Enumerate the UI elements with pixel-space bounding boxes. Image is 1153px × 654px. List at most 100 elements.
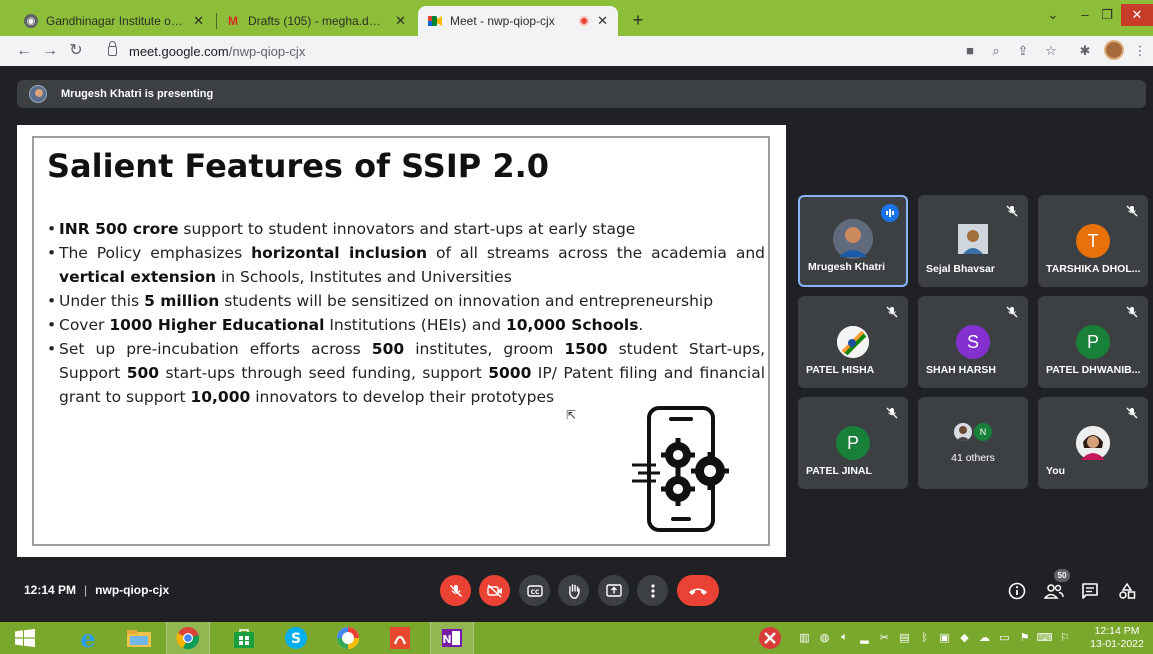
close-icon[interactable]: ✕ <box>193 13 204 29</box>
end-call-icon <box>689 588 707 595</box>
slide-bullet: The Policy emphasizes horizontal inclusi… <box>47 241 765 289</box>
participant-tile-sejal-bhavsar[interactable]: Sejal Bhavsar <box>918 195 1028 287</box>
tab-gmail-drafts[interactable]: M Drafts (105) - megha.desai@git. ✕ <box>216 6 416 36</box>
bookmark-star-icon[interactable]: ☆ <box>1043 43 1059 59</box>
taskbar-skype[interactable]: S <box>274 622 318 654</box>
mic-off-icon <box>1004 203 1020 219</box>
new-tab-button[interactable]: + <box>628 10 648 31</box>
bullet-text: support to student innovators and start-… <box>178 220 636 238</box>
profile-avatar[interactable] <box>1104 40 1124 60</box>
avatar <box>958 224 988 254</box>
participant-name: Sejal Bhavsar <box>926 263 995 275</box>
more-options-button[interactable] <box>637 575 668 606</box>
taskbar-picasa[interactable] <box>326 622 370 654</box>
taskbar-notifications[interactable] <box>748 622 792 654</box>
network-signal-icon[interactable]: ▂ <box>857 630 872 645</box>
address-bar[interactable]: meet.google.com/nwp-qiop-cjx <box>100 40 960 62</box>
minimize-button[interactable]: – <box>1074 4 1096 26</box>
participant-tile-shah-harsh[interactable]: S SHAH HARSH <box>918 296 1028 388</box>
camera-toggle-button[interactable] <box>479 575 510 606</box>
bullet-text: Cover <box>59 316 110 334</box>
tray-cloud-icon[interactable]: ☁ <box>977 630 992 645</box>
participant-tile-tarshika[interactable]: T TARSHIKA DHOL... <box>1038 195 1148 287</box>
presenting-banner: Mrugesh Khatri is presenting <box>17 80 1146 108</box>
tab-gandhinagar[interactable]: ◉ Gandhinagar Institute of Technol ✕ <box>14 6 214 36</box>
svg-text:CC: CC <box>530 589 539 596</box>
taskbar-onenote[interactable]: N <box>430 622 474 654</box>
tray-browser-icon[interactable]: ◍ <box>817 630 832 645</box>
bullet-emphasis: 5000 <box>488 364 532 382</box>
internet-explorer-icon: e <box>80 623 96 653</box>
forward-icon[interactable]: → <box>40 41 60 61</box>
taskbar-internet-explorer[interactable]: e <box>66 622 110 654</box>
action-center-icon[interactable]: ⚐ <box>1057 630 1072 645</box>
reload-icon[interactable]: ↻ <box>66 41 86 61</box>
volume-icon[interactable]: 🔈︎ <box>837 630 852 645</box>
start-button[interactable] <box>6 622 44 654</box>
meet-icon <box>428 14 442 28</box>
captions-button[interactable]: CC <box>519 575 550 606</box>
tray-media-icon[interactable]: ▣ <box>937 630 952 645</box>
svg-text:N: N <box>442 633 451 646</box>
extensions-icon[interactable]: ✱ <box>1077 43 1093 59</box>
mic-off-icon <box>1124 304 1140 320</box>
bullet-emphasis: 1500 <box>564 340 608 358</box>
taskbar-pdf-app[interactable] <box>378 622 422 654</box>
mic-toggle-button[interactable] <box>440 575 471 606</box>
clock-time: 12:14 PM <box>1094 625 1140 637</box>
participant-tile-patel-jinal[interactable]: P PATEL JINAL <box>798 397 908 489</box>
present-now-button[interactable] <box>598 575 629 606</box>
hand-icon <box>568 583 580 599</box>
participant-tile-others[interactable]: N 41 others <box>918 397 1028 489</box>
tray-tool-icon[interactable]: ✂ <box>877 630 892 645</box>
people-button[interactable] <box>1043 580 1065 602</box>
close-icon[interactable]: ✕ <box>597 13 608 29</box>
activities-button[interactable] <box>1116 580 1138 602</box>
display-icon[interactable]: ▭ <box>997 630 1012 645</box>
bullet-emphasis: 500 <box>126 364 160 382</box>
raise-hand-button[interactable] <box>558 575 589 606</box>
meet-controls-bar: 12:14 PM | nwp-qiop-cjx CC <box>0 568 1153 616</box>
participant-tile-patel-dhwanib[interactable]: P PATEL DHWANIB... <box>1038 296 1148 388</box>
presenting-text: Mrugesh Khatri is presenting <box>61 88 214 100</box>
zoom-icon[interactable]: ⌕ <box>988 43 1004 59</box>
lock-icon <box>108 41 117 56</box>
gift-app-icon <box>759 627 781 649</box>
taskbar-store[interactable] <box>222 622 266 654</box>
camera-icon[interactable]: ■ <box>962 43 978 59</box>
tray-app-icon[interactable]: ▥ <box>797 630 812 645</box>
participant-tile-mrugesh-khatri[interactable]: Mrugesh Khatri <box>798 195 908 287</box>
tab-search-icon[interactable]: ⌄ <box>1044 4 1062 26</box>
close-icon[interactable]: ✕ <box>395 13 406 29</box>
meeting-details-button[interactable] <box>1006 580 1028 602</box>
leave-call-button[interactable] <box>677 575 719 606</box>
presenter-avatar <box>29 85 47 103</box>
back-icon[interactable]: ← <box>14 41 34 61</box>
avatar <box>1076 426 1110 460</box>
participant-tile-you[interactable]: You <box>1038 397 1148 489</box>
restore-button[interactable]: ❐ <box>1096 4 1118 26</box>
chrome-icon <box>176 627 199 650</box>
tab-meet[interactable]: Meet - nwp-qiop-cjx ✕ <box>418 6 618 36</box>
bluetooth-icon[interactable]: ᛒ <box>917 630 932 645</box>
speaking-indicator-icon <box>881 204 899 222</box>
share-icon[interactable]: ⇪ <box>1015 43 1031 59</box>
system-tray: ▥ ◍ 🔈︎ ▂ ✂ ▤ ᛒ ▣ ◆ ☁ ▭ ⚑ ⌨ ⚐ <box>797 630 1072 645</box>
camera-off-icon <box>486 583 502 598</box>
participant-name: SHAH HARSH <box>926 364 997 376</box>
close-window-button[interactable]: ✕ <box>1121 4 1153 26</box>
taskbar-chrome[interactable] <box>166 622 210 654</box>
menu-icon[interactable]: ⋮ <box>1132 43 1148 59</box>
tray-color-icon[interactable]: ◆ <box>957 630 972 645</box>
captions-icon: CC <box>526 584 543 597</box>
browser-toolbar: ← → ↻ meet.google.com/nwp-qiop-cjx ■ ⌕ ⇪… <box>0 36 1153 66</box>
participant-tile-patel-hisha[interactable]: PATEL HISHA <box>798 296 908 388</box>
taskbar-clock[interactable]: 12:14 PM 13-01-2022 <box>1088 625 1146 651</box>
taskbar-file-explorer[interactable] <box>117 622 161 654</box>
bullet-text: The Policy emphasizes <box>59 244 252 262</box>
tray-device-icon[interactable]: ⌨ <box>1037 630 1053 645</box>
slide-bullet-list: INR 500 crore support to student innovat… <box>47 217 765 409</box>
chat-button[interactable] <box>1079 580 1101 602</box>
tray-document-icon[interactable]: ▤ <box>897 630 912 645</box>
tray-flag-icon[interactable]: ⚑ <box>1017 630 1032 645</box>
